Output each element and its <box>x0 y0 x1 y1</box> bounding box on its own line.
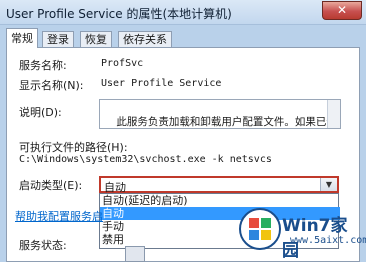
window-title: User Profile Service 的属性(本地计算机) <box>6 7 232 21</box>
description-label: 说明(D): <box>19 106 62 119</box>
watermark-url: www.5aixt.com <box>290 235 366 246</box>
startup-type-label: 启动类型(E): <box>19 179 83 192</box>
tab-general[interactable]: 常规 <box>6 28 38 48</box>
description-scrollbar[interactable] <box>327 100 340 128</box>
startup-type-select[interactable]: 自动 ▼ <box>99 176 339 194</box>
title-bar: User Profile Service 的属性(本地计算机) ✕ <box>0 0 366 25</box>
close-button[interactable]: ✕ <box>322 1 362 20</box>
help-configure-link[interactable]: 帮助我配置服务启 <box>15 208 103 224</box>
tab-logon[interactable]: 登录 <box>42 31 74 48</box>
display-name-label: 显示名称(N): <box>19 79 84 92</box>
watermark-logo: Win7家园 www.5aixt.com <box>238 203 366 261</box>
windows-logo-icon <box>239 208 281 250</box>
close-icon: ✕ <box>336 3 348 17</box>
description-textbox[interactable]: 此服务负责加载和卸载用户配置文件。如果已停止或禁用此服务，用户将无法再成功登录或 <box>99 99 341 129</box>
tab-dependencies[interactable]: 依存关系 <box>118 31 172 48</box>
exe-path-label: 可执行文件的路径(H): <box>19 141 128 154</box>
description-text: 此服务负责加载和卸载用户配置文件。如果已停止或禁用此服务，用户将无法再成功登录或 <box>116 116 337 128</box>
service-status-label: 服务状态: <box>19 239 67 252</box>
tab-recovery[interactable]: 恢复 <box>80 31 112 48</box>
chevron-down-icon[interactable]: ▼ <box>320 178 337 191</box>
service-name-value: ProfSvc <box>101 58 144 69</box>
exe-path-value: C:\Windows\system32\svchost.exe -k netsv… <box>19 154 272 165</box>
display-name-value: User Profile Service <box>101 78 222 89</box>
service-name-label: 服务名称: <box>19 59 67 72</box>
